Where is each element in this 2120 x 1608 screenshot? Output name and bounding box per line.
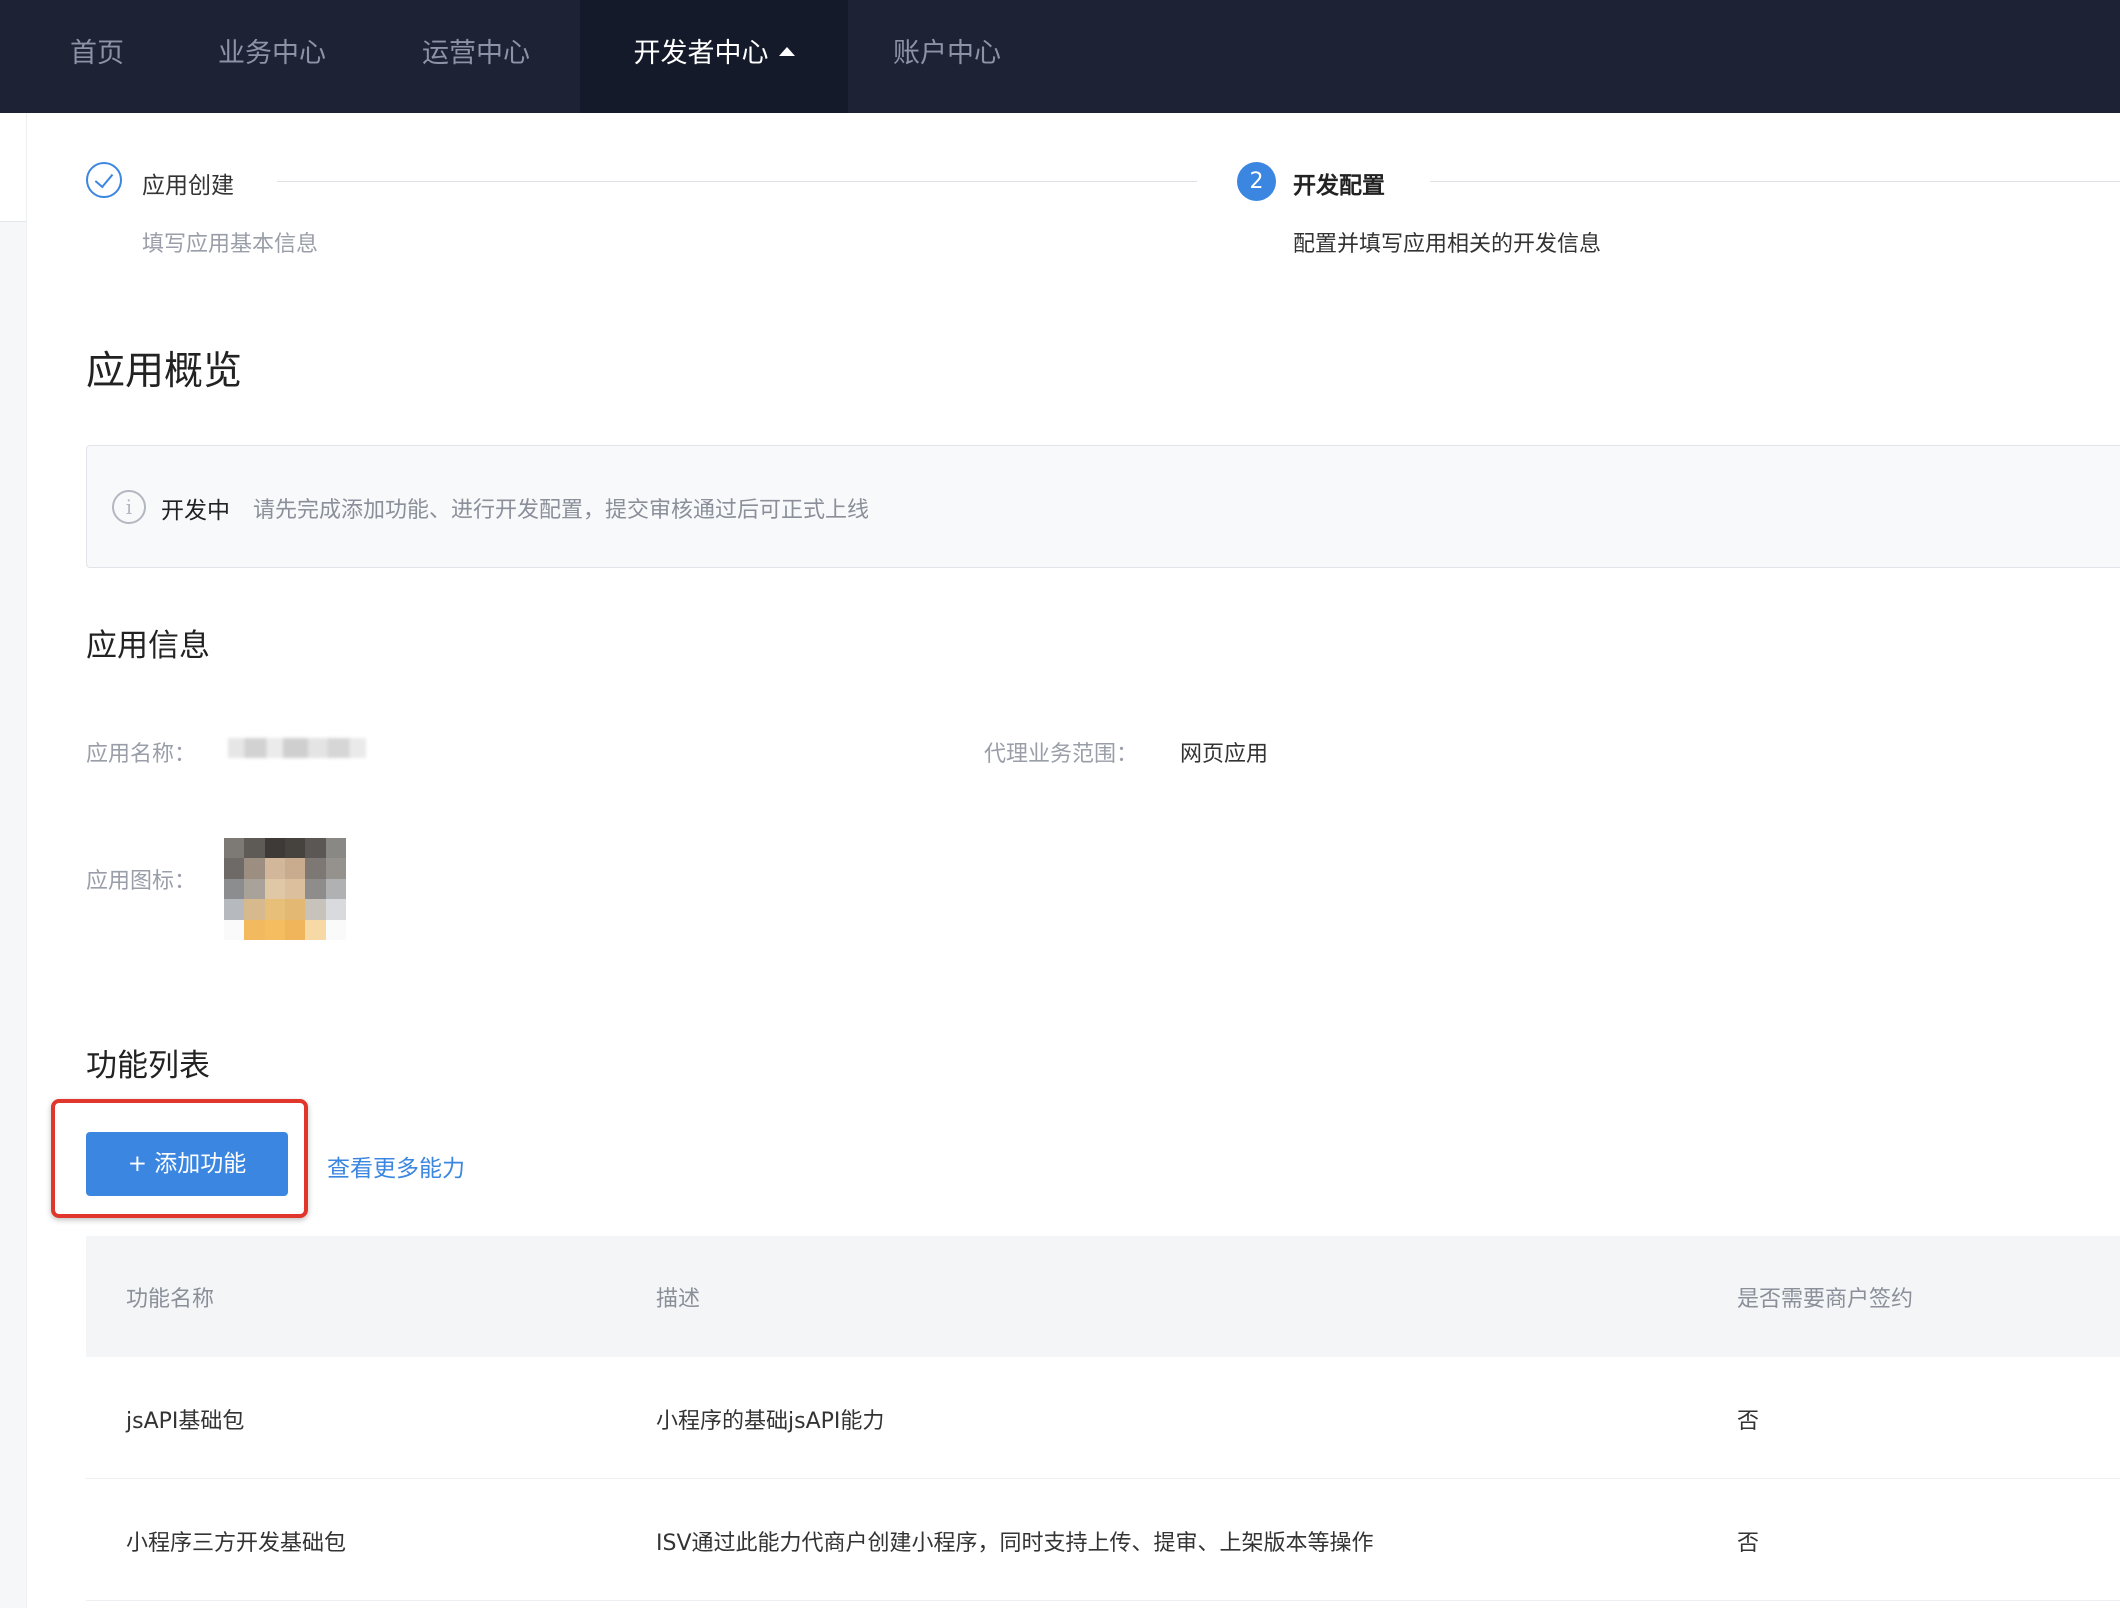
nav-item-developer-center[interactable]: 开发者中心: [580, 0, 848, 113]
add-feature-button[interactable]: + 添加功能: [86, 1132, 288, 1196]
cell-description: ISV通过此能力代商户创建小程序，同时支持上传、提审、上架版本等操作: [656, 1531, 1374, 1556]
app-name-value-redacted: [228, 738, 366, 758]
nav-item-home[interactable]: 首页: [70, 0, 124, 113]
alert-status: 开发中: [161, 498, 230, 524]
top-nav: 首页 业务中心 运营中心 开发者中心 账户中心: [0, 0, 2120, 113]
info-icon: i: [112, 490, 146, 524]
view-more-capabilities-link[interactable]: 查看更多能力: [327, 1149, 465, 1183]
business-scope-value: 网页应用: [1180, 742, 1269, 767]
left-sidebar-edge: [0, 113, 27, 1608]
cell-feature-name: 小程序三方开发基础包: [126, 1531, 347, 1556]
app-info-title: 应用信息: [86, 628, 210, 664]
app-icon-image: [224, 838, 346, 940]
step-2-description: 配置并填写应用相关的开发信息: [1293, 232, 1602, 257]
app-name-label: 应用名称：: [86, 742, 197, 767]
nav-item-operation-center[interactable]: 运营中心: [422, 0, 530, 113]
step-2-title: 开发配置: [1293, 173, 1385, 199]
step-2-number: 2: [1237, 162, 1276, 201]
nav-item-developer-center-label: 开发者中心: [633, 38, 769, 69]
nav-item-account-center[interactable]: 账户中心: [893, 0, 1001, 113]
page-title: 应用概览: [86, 349, 243, 394]
nav-item-business-center[interactable]: 业务中心: [218, 0, 326, 113]
check-circle-icon: [86, 162, 122, 198]
status-alert: i 开发中 请先完成添加功能、进行开发配置，提交审核通过后可正式上线: [86, 445, 2120, 568]
column-header-merchant-signing: 是否需要商户签约: [1737, 1287, 1914, 1312]
cell-description: 小程序的基础jsAPI能力: [656, 1409, 885, 1434]
column-header-description: 描述: [656, 1287, 701, 1312]
caret-up-icon: [778, 47, 795, 56]
feature-list-title: 功能列表: [86, 1048, 210, 1084]
step-1-description: 填写应用基本信息: [142, 232, 319, 257]
left-sidebar-edge-top: [0, 113, 26, 222]
table-header: 功能名称 描述 是否需要商户签约: [86, 1236, 2120, 1357]
cell-merchant-signing: 否: [1737, 1409, 1760, 1434]
table-row: jsAPI基础包 小程序的基础jsAPI能力 否: [86, 1357, 2120, 1479]
step-connector: [277, 181, 1197, 182]
table-row: 小程序三方开发基础包 ISV通过此能力代商户创建小程序，同时支持上传、提审、上架…: [86, 1479, 2120, 1601]
cell-merchant-signing: 否: [1737, 1531, 1760, 1556]
step-connector-2: [1430, 181, 2120, 182]
business-scope-label: 代理业务范围：: [984, 742, 1139, 767]
column-header-feature-name: 功能名称: [126, 1287, 215, 1312]
cell-feature-name: jsAPI基础包: [126, 1409, 245, 1434]
app-icon-label: 应用图标：: [86, 869, 197, 894]
step-1-title: 应用创建: [142, 173, 234, 199]
alert-message: 请先完成添加功能、进行开发配置，提交审核通过后可正式上线: [253, 498, 870, 523]
